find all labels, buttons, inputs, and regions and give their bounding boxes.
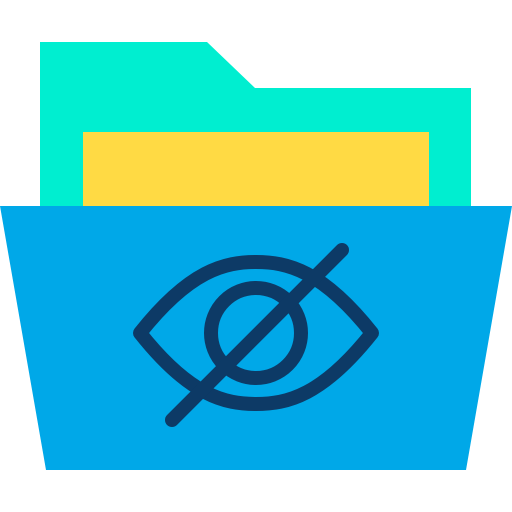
hidden-folder-icon [0,42,512,470]
icon-canvas [0,0,512,512]
